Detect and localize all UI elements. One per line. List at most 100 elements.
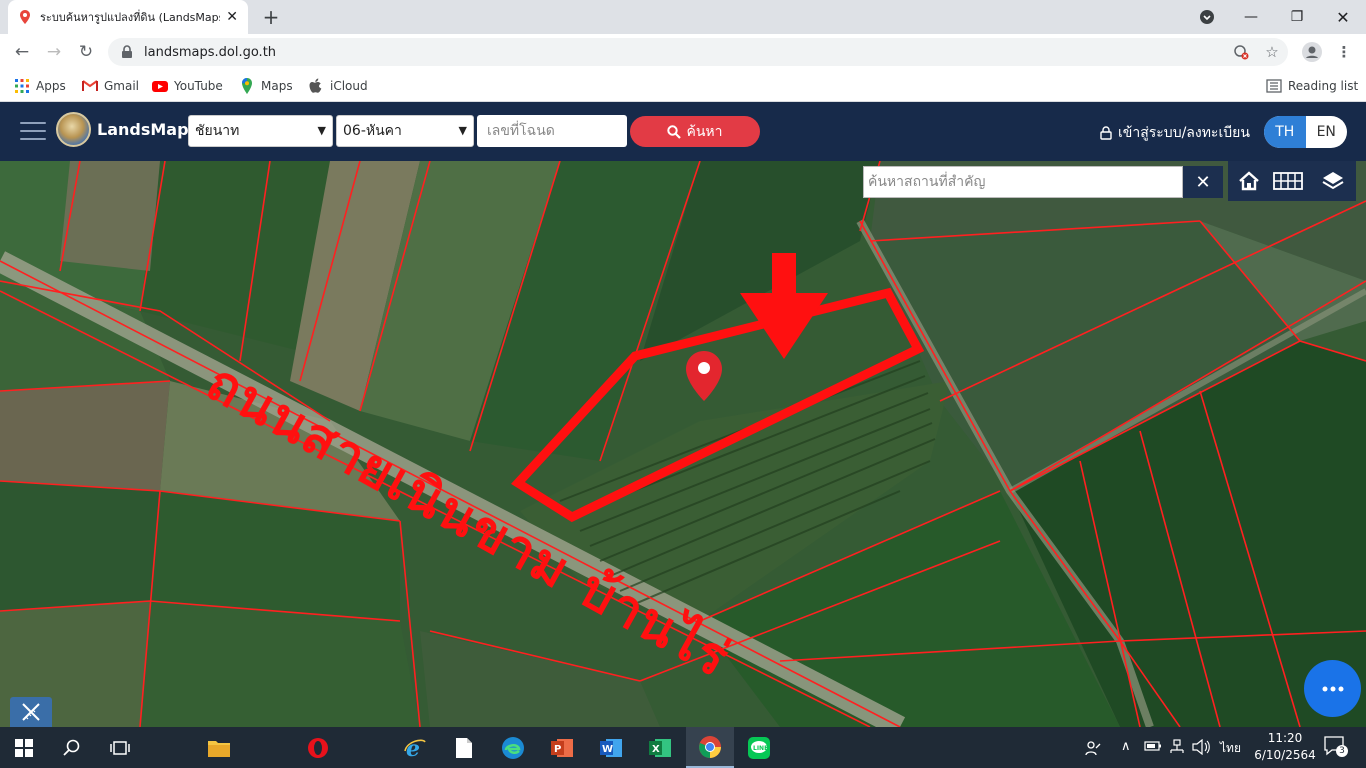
- start-button[interactable]: [0, 727, 48, 768]
- bookmark-maps[interactable]: Maps: [239, 76, 293, 96]
- network-icon[interactable]: [1168, 739, 1186, 758]
- apps-grid-icon: [15, 79, 29, 93]
- more-dots-icon: [1322, 686, 1343, 691]
- svg-text:LINE: LINE: [753, 745, 768, 752]
- search-icon: [667, 124, 682, 139]
- excel-button[interactable]: X: [636, 727, 684, 768]
- youtube-icon: [152, 81, 168, 92]
- blocked-cookie-icon[interactable]: [1231, 42, 1251, 62]
- place-search-input[interactable]: ค้นหาสถานที่สำคัญ: [863, 166, 1183, 198]
- opera-icon: [308, 737, 328, 758]
- dol-logo: [56, 112, 91, 147]
- new-tab-button[interactable]: +: [258, 4, 284, 30]
- chrome-icon: [699, 735, 721, 758]
- edge-button[interactable]: [489, 727, 537, 768]
- url-text: landsmaps.dol.go.th: [144, 44, 277, 60]
- bookmark-icloud[interactable]: iCloud: [308, 76, 368, 96]
- place-search-placeholder: ค้นหาสถานที่สำคัญ: [868, 174, 986, 190]
- measure-tool-button[interactable]: [10, 697, 52, 727]
- search-taskbar-button[interactable]: [48, 727, 96, 768]
- chevron-down-icon: ▼: [458, 124, 467, 137]
- notification-count-badge: 3: [1336, 745, 1348, 757]
- grid-layer-button[interactable]: [1266, 161, 1310, 201]
- excel-icon: X: [649, 738, 671, 757]
- browser-tab[interactable]: ระบบค้นหารูปแปลงที่ดิน (LandsMaps ✕: [8, 0, 248, 34]
- bookmark-label: iCloud: [330, 79, 368, 93]
- file-explorer-button[interactable]: [195, 727, 243, 768]
- lang-th-button[interactable]: TH: [1264, 116, 1306, 148]
- task-view-icon: [110, 740, 130, 755]
- lock-icon: [1100, 126, 1112, 140]
- people-icon[interactable]: [1084, 739, 1102, 760]
- lang-en-button[interactable]: EN: [1306, 116, 1348, 148]
- line-app-icon: LINE: [748, 736, 770, 759]
- district-select[interactable]: 06-หันคา ▼: [336, 115, 474, 147]
- window-close-icon[interactable]: ✕: [1320, 0, 1366, 34]
- edge-icon: [502, 736, 524, 759]
- bookmark-gmail[interactable]: Gmail: [82, 76, 139, 96]
- task-view-button[interactable]: [96, 727, 144, 768]
- opera-button[interactable]: [294, 727, 342, 768]
- forward-arrow-icon[interactable]: →: [40, 39, 68, 65]
- search-button[interactable]: ค้นหา: [630, 116, 760, 147]
- bookmark-youtube[interactable]: YouTube: [152, 76, 223, 96]
- login-link[interactable]: เข้าสู่ระบบ/ลงทะเบียน: [1100, 122, 1250, 144]
- map-pin-favicon-icon: [20, 10, 30, 24]
- clear-search-button[interactable]: ✕: [1183, 166, 1223, 198]
- login-label: เข้าสู่ระบบ/ลงทะเบียน: [1118, 125, 1250, 141]
- browser-toolbar: ← → ↻ landsmaps.dol.go.th ☆ ⋮: [0, 34, 1366, 70]
- back-arrow-icon[interactable]: ←: [8, 39, 36, 65]
- chrome-button[interactable]: [686, 727, 734, 768]
- layers-button[interactable]: [1310, 161, 1356, 201]
- home-button[interactable]: [1228, 161, 1270, 201]
- document-icon: [456, 737, 472, 758]
- input-language-indicator[interactable]: ไทย: [1220, 739, 1241, 758]
- reload-icon[interactable]: ↻: [72, 39, 100, 65]
- tab-search-icon[interactable]: [1184, 0, 1230, 34]
- deed-number-placeholder: เลขที่โฉนด: [487, 123, 555, 139]
- word-button[interactable]: W: [587, 727, 635, 768]
- reading-list-label: Reading list: [1288, 79, 1359, 93]
- chevron-up-icon[interactable]: ∧: [1121, 739, 1131, 754]
- system-clock[interactable]: 11:20 6/10/2564: [1250, 730, 1320, 764]
- bookmarks-bar: Apps Gmail YouTube Maps iCloud Reading l…: [0, 70, 1366, 102]
- hamburger-menu-icon[interactable]: [20, 122, 46, 142]
- bookmark-label: Gmail: [104, 79, 140, 93]
- svg-text:W: W: [602, 744, 613, 755]
- notepad-button[interactable]: [440, 727, 488, 768]
- windows-logo-icon: [15, 738, 33, 757]
- clock-time: 11:20: [1267, 731, 1303, 745]
- battery-icon[interactable]: [1144, 739, 1162, 756]
- chrome-menu-icon[interactable]: ⋮: [1334, 42, 1354, 62]
- clock-date: 6/10/2564: [1254, 748, 1316, 762]
- gmail-icon: [82, 80, 98, 91]
- powerpoint-button[interactable]: P: [538, 727, 586, 768]
- notification-center-button[interactable]: 3: [1324, 736, 1348, 759]
- province-select[interactable]: ชัยนาท ▼: [188, 115, 333, 147]
- address-bar[interactable]: landsmaps.dol.go.th: [108, 38, 1288, 66]
- tab-close-icon[interactable]: ✕: [226, 9, 238, 25]
- home-icon: [1239, 171, 1259, 191]
- restore-icon[interactable]: ❐: [1274, 0, 1320, 34]
- bookmark-apps[interactable]: Apps: [14, 76, 66, 96]
- profile-avatar-icon[interactable]: [1302, 42, 1322, 62]
- reading-list-button[interactable]: Reading list: [1266, 76, 1358, 96]
- internet-explorer-button[interactable]: e: [391, 727, 439, 768]
- tab-title: ระบบค้นหารูปแปลงที่ดิน (LandsMaps: [40, 11, 221, 24]
- apple-icon: [309, 78, 322, 93]
- language-toggle: TH EN: [1264, 116, 1347, 148]
- district-value: 06-หันคา: [343, 123, 402, 139]
- search-button-label: ค้นหา: [686, 123, 723, 140]
- svg-text:P: P: [554, 744, 561, 755]
- minimize-icon[interactable]: —: [1228, 0, 1274, 34]
- satellite-map[interactable]: ถนนสายเนินขาม บ้านไร่ ค้นหาสถานที่สำคัญ …: [0, 161, 1366, 727]
- layers-icon: [1322, 172, 1344, 190]
- chevron-down-icon: ▼: [317, 124, 326, 137]
- map-pin-icon: [686, 351, 722, 401]
- bookmark-star-icon[interactable]: ☆: [1262, 42, 1282, 62]
- line-button[interactable]: LINE: [735, 727, 783, 768]
- more-options-fab[interactable]: [1304, 660, 1361, 717]
- volume-icon[interactable]: [1192, 738, 1210, 758]
- reading-list-icon: [1266, 79, 1282, 93]
- deed-number-input[interactable]: เลขที่โฉนด: [477, 115, 627, 147]
